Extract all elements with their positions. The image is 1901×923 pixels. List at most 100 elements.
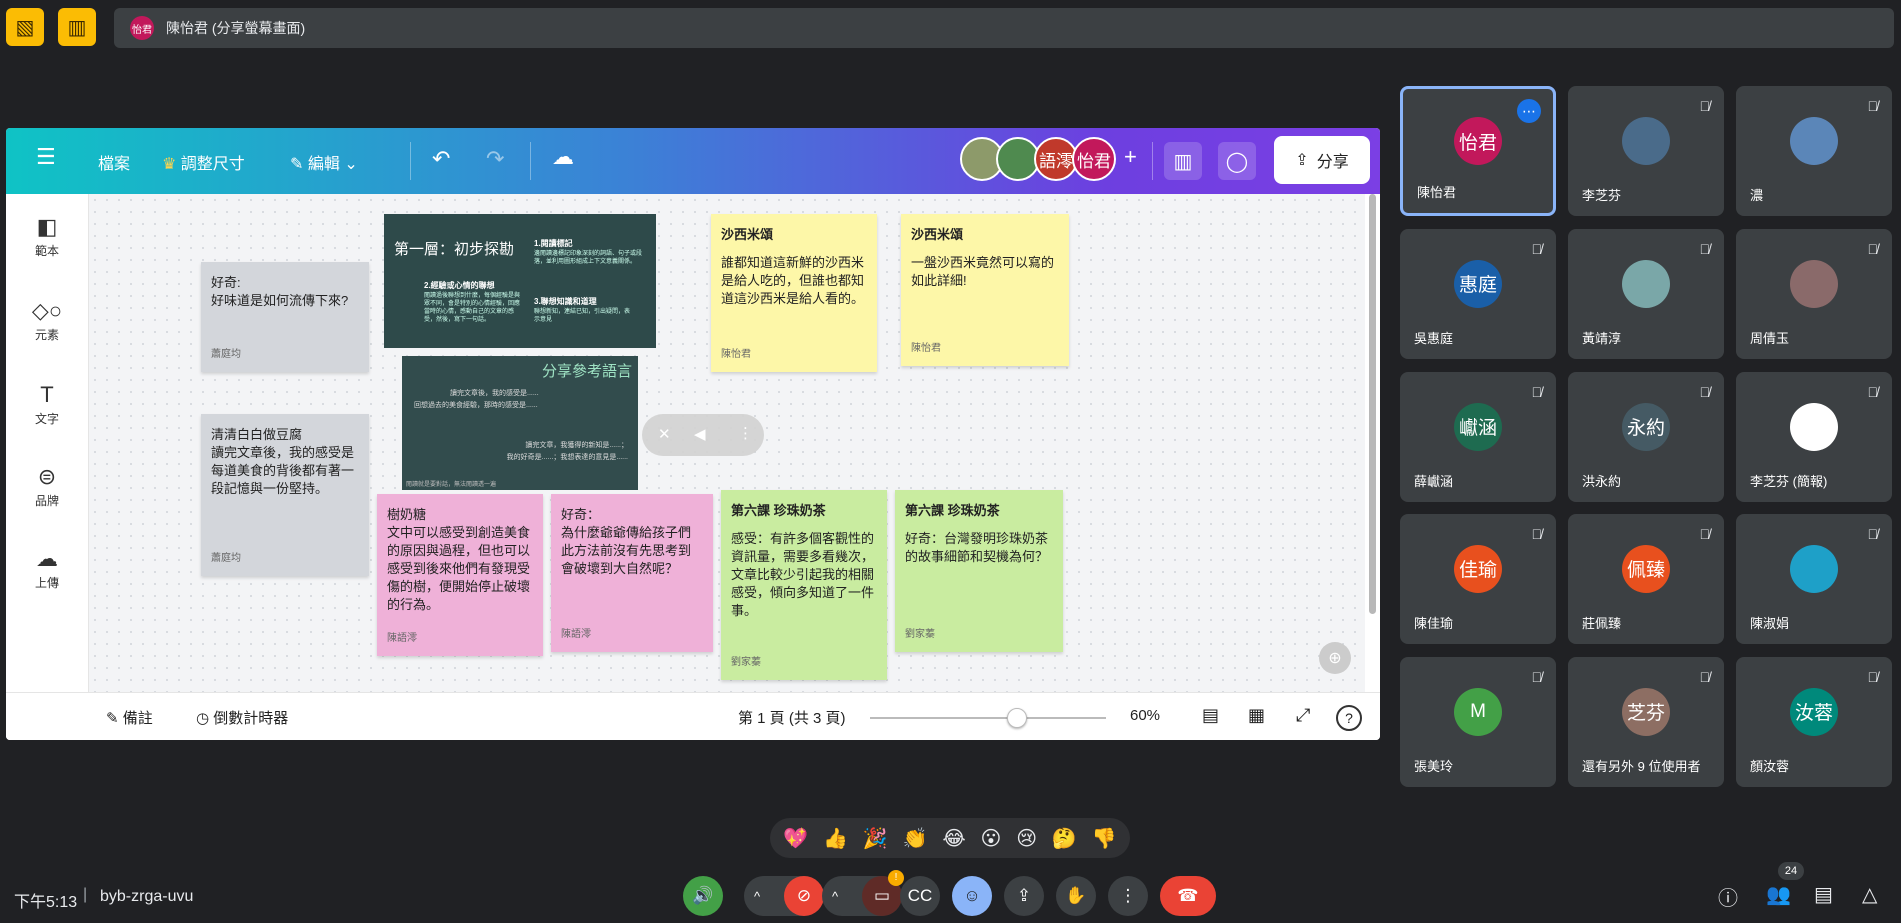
sidebar-label: 範本	[34, 244, 59, 258]
sticky-note[interactable]: 好奇： 為什麼爺爺傳給孩子們此方法前沒有先思考到會破壞到大自然呢？ 陳語澪	[551, 494, 713, 652]
participant-tile[interactable]: M 張美玲 🎙̸	[1400, 657, 1556, 787]
sticky-note[interactable]: 好奇: 好味道是如何流傳下來? 蕭庭均	[201, 262, 369, 372]
vertical-scrollbar[interactable]	[1369, 194, 1376, 614]
reaction-emoji[interactable]: 😂	[942, 826, 965, 851]
whiteboard-canvas[interactable]: 第一層：初步探勘 1.閱讀標記 邊閱讀邊標記印象深刻的詞語、句子或段落，並利用圖…	[89, 194, 1365, 692]
notes-button[interactable]: ✎ 備註	[106, 707, 153, 728]
elements-icon: ◇○	[31, 298, 63, 323]
sticky-note[interactable]: 沙西米頌 一盤沙西米竟然可以寫的如此詳細! 陳怡君	[901, 214, 1069, 366]
grid-view-icon[interactable]: ▦	[1248, 705, 1265, 726]
reaction-emoji[interactable]: 👎	[1092, 826, 1117, 851]
reaction-emoji[interactable]: 🤔	[1052, 826, 1077, 851]
info-icon[interactable]: ⓘ	[1718, 882, 1738, 911]
file-menu[interactable]: 檔案	[98, 150, 130, 174]
present-button[interactable]: ⇪	[1004, 876, 1044, 916]
slide-thumbnail-2[interactable]: 分享參考語言 讀完文章後，我的感受是...... 回想過去的美食經驗，那時的感受…	[402, 356, 638, 490]
reaction-emoji[interactable]: 🎉	[863, 826, 888, 851]
participant-tile[interactable]: 佳瑜 陳佳瑜 🎙̸	[1400, 514, 1556, 644]
reaction-emoji[interactable]: 😢	[1016, 826, 1037, 851]
camera-off-icon: ▭	[873, 886, 891, 905]
zoom-level[interactable]: 60%	[1130, 707, 1160, 724]
more-vert-icon[interactable]: ⋮	[738, 424, 753, 442]
sticky-note[interactable]: 沙西米頌 誰都知道這新鮮的沙西米是給人吃的，但誰也都知道這沙西米是給人看的。 陳…	[711, 214, 877, 372]
participant-avatar: 佳瑜	[1454, 544, 1502, 593]
sidebar-item-elements[interactable]: ◇○ 元素	[6, 296, 88, 343]
sticky-note[interactable]: 第六課 珍珠奶茶 好奇：台灣發明珍珠奶茶的故事細節和契機為何？ 劉家蓁	[895, 490, 1063, 652]
participant-tile[interactable]: 怡君 陳怡君 ⋯	[1400, 86, 1556, 216]
add-collaborator-icon[interactable]: +	[1124, 144, 1137, 170]
participant-tile[interactable]: 陳淑娟 🎙̸	[1736, 514, 1892, 644]
hamburger-menu-icon[interactable]: ☰	[36, 144, 56, 170]
participant-avatar: 汝蓉	[1790, 687, 1838, 736]
participant-tile[interactable]: 永約 洪永約 🎙̸	[1568, 372, 1724, 502]
clock-time: 下午5:13	[14, 894, 78, 911]
participant-tile[interactable]: 惠庭 吳惠庭 🎙̸	[1400, 229, 1556, 359]
participant-tile[interactable]: 黃靖淳 🎙̸	[1568, 229, 1724, 359]
zoom-icon[interactable]: ⊕	[1319, 642, 1351, 674]
slide-thumbnail-1[interactable]: 第一層：初步探勘 1.閱讀標記 邊閱讀邊標記印象深刻的詞語、句子或段落，並利用圖…	[384, 214, 656, 348]
timer-button[interactable]: ◷ 倒數計時器	[196, 707, 288, 728]
text-icon: T	[40, 382, 54, 407]
people-icon[interactable]: 👥	[1766, 882, 1791, 907]
sticky-note[interactable]: 清清白白做豆腐 讀完文章後，我的感受是每道美食的背後都有著一段記憶與一份堅持。 …	[201, 414, 369, 576]
participant-tile[interactable]: 李芝芬 🎙̸	[1568, 86, 1724, 216]
insights-chart-icon[interactable]: ▥	[1164, 142, 1202, 180]
captions-button[interactable]: CC	[900, 876, 940, 916]
chevron-up-icon[interactable]: ^	[754, 889, 760, 904]
mic-off-button[interactable]: ⊘	[784, 876, 824, 916]
mic-muted-icon: 🎙̸	[1699, 669, 1711, 685]
emoji-button[interactable]: ☺	[952, 876, 992, 916]
note-title: 沙西米頌	[911, 227, 964, 242]
undo-icon[interactable]: ↶	[432, 146, 450, 172]
volume-icon[interactable]: ◀	[694, 425, 706, 443]
warning-badge: !	[888, 870, 904, 886]
speaker-button[interactable]: 🔊	[683, 876, 723, 916]
note-body: 一盤沙西米竟然可以寫的如此詳細!	[911, 255, 1055, 288]
participant-tile[interactable]: 濃 🎙̸	[1736, 86, 1892, 216]
participant-tile[interactable]: 芝芬 還有另外 9 位使用者 🎙̸	[1568, 657, 1724, 787]
resize-menu[interactable]: ♛ 調整尺寸	[162, 150, 245, 174]
collaborator-avatar[interactable]: 怡君	[1072, 137, 1116, 181]
zoom-slider-thumb[interactable]	[1007, 708, 1028, 728]
sidebar-item-upload[interactable]: ☁ 上傳	[6, 544, 88, 591]
comment-icon[interactable]: ◯	[1218, 142, 1256, 180]
sidebar-item-text[interactable]: T 文字	[6, 380, 88, 427]
sticky-note[interactable]: 樹奶糖 文中可以感受到創造美食的原因與過程，但也可以感受到後來他們有發現受傷的樹…	[377, 494, 543, 656]
fullscreen-icon[interactable]: ⤢	[1296, 705, 1310, 726]
floating-media-controls[interactable]: ✕ ◀ ⋮	[642, 414, 764, 456]
mic-muted-icon: 🎙̸	[1699, 98, 1711, 114]
presenter-avatar: 怡君	[130, 16, 154, 40]
page-view-icon[interactable]: ▤	[1202, 705, 1219, 726]
sticky-note[interactable]: 第六課 珍珠奶茶 感受：有許多個客觀性的資訊量，需要多看幾次，文章比較少引起我的…	[721, 490, 887, 680]
participant-tile[interactable]: 巘涵 薛巘涵 🎙̸	[1400, 372, 1556, 502]
notes-icon: ✎	[106, 710, 119, 727]
share-button[interactable]: ⇪ 分享	[1274, 136, 1370, 184]
edit-menu[interactable]: ✎ 編輯 ⌄	[290, 150, 358, 174]
chat-icon[interactable]: ▤	[1814, 882, 1833, 907]
raise-hand-button[interactable]: ✋	[1056, 876, 1096, 916]
reaction-emoji[interactable]: 😮	[981, 826, 1002, 851]
reaction-emoji[interactable]: 💖	[783, 826, 808, 851]
zoom-slider[interactable]	[870, 708, 1106, 728]
more-options-button[interactable]: ⋮	[1108, 876, 1148, 916]
no-video-tile-icon[interactable]: ▧	[6, 8, 44, 46]
reaction-emoji[interactable]: 👏	[903, 826, 928, 851]
leave-call-button[interactable]: ☎	[1160, 876, 1216, 916]
redo-icon[interactable]: ↷	[486, 146, 504, 172]
cloud-saved-icon[interactable]: ☁	[552, 144, 574, 170]
help-icon[interactable]: ?	[1336, 705, 1362, 731]
sidebar-item-templates[interactable]: ◧ 範本	[6, 212, 88, 259]
reaction-emoji[interactable]: 👍	[823, 826, 848, 851]
mute-icon[interactable]: ✕	[658, 425, 671, 443]
divider	[1152, 142, 1153, 180]
more-options-icon[interactable]: ⋯	[1517, 99, 1541, 123]
sidebar-item-brand[interactable]: ⊜ 品牌	[6, 462, 88, 509]
participant-tile[interactable]: 李芝芬 (簡報) 🎙̸	[1736, 372, 1892, 502]
building-icon[interactable]: ▥	[58, 8, 96, 46]
divider	[410, 142, 411, 180]
participant-tile[interactable]: 周倩玉 🎙̸	[1736, 229, 1892, 359]
activities-icon[interactable]: △	[1862, 882, 1877, 907]
chevron-up-icon[interactable]: ^	[832, 889, 838, 904]
participant-tile[interactable]: 汝蓉 顏汝蓉 🎙̸	[1736, 657, 1892, 787]
participant-tile[interactable]: 佩臻 莊佩臻 🎙̸	[1568, 514, 1724, 644]
